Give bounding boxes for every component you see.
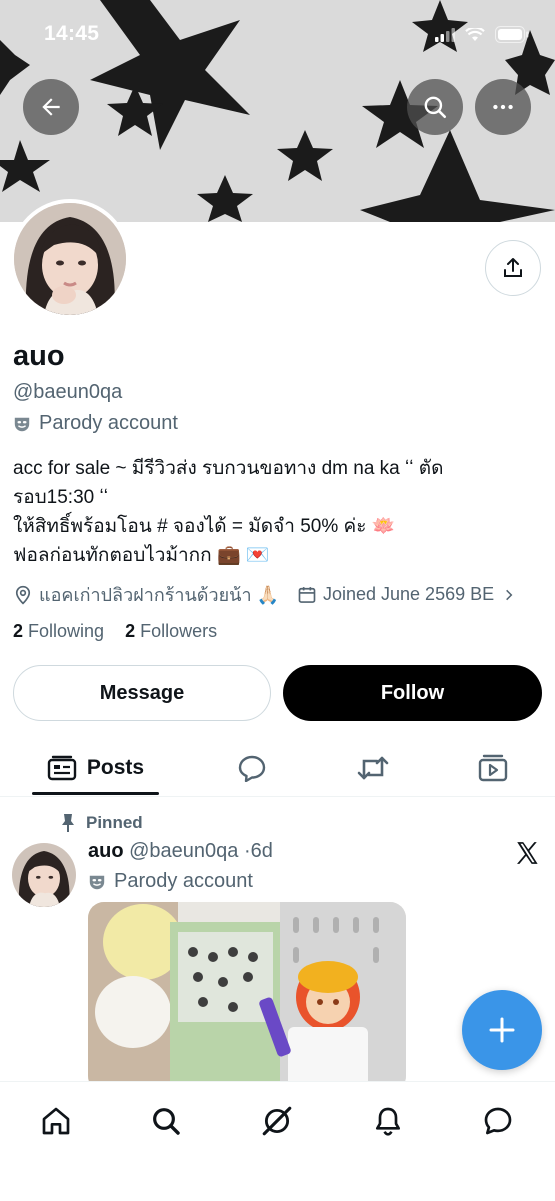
- message-button[interactable]: Message: [13, 665, 271, 721]
- joined-date[interactable]: Joined June 2569 BE: [323, 584, 494, 605]
- bio-line: ให้สิทธิ์พร้อมโอน # จองได้ = มัดจำ 50% ค…: [13, 516, 396, 537]
- following-label: Following: [28, 621, 105, 641]
- calendar-icon: [298, 586, 316, 603]
- location-text: แอคเก่าปลิวฝากร้านด้วยน้า 🙏🏻: [39, 585, 279, 605]
- follow-button[interactable]: Follow: [283, 665, 542, 721]
- reposts-icon: [357, 756, 389, 780]
- post-parody-text: Parody account: [114, 870, 253, 892]
- status-time: 14:45: [44, 22, 100, 45]
- status-icons: [435, 26, 529, 43]
- bio: acc for sale ~ มีรีวิวส่ง รบกวนขอทาง dm …: [13, 454, 533, 570]
- tab-replies[interactable]: [222, 740, 282, 796]
- nav-grok[interactable]: [257, 1101, 297, 1141]
- nav-search[interactable]: [146, 1101, 186, 1141]
- followers-label: Followers: [140, 621, 218, 641]
- share-icon: [504, 258, 522, 277]
- tab-posts[interactable]: Posts: [32, 740, 159, 796]
- follow-counts: 2 Following 2 Followers: [13, 621, 217, 642]
- post-author-avatar[interactable]: [12, 843, 76, 907]
- media-icon: [478, 754, 508, 782]
- search-button[interactable]: [407, 79, 463, 135]
- nav-home[interactable]: [36, 1101, 76, 1141]
- avatar[interactable]: [14, 203, 126, 315]
- search-icon: [424, 96, 447, 119]
- pin-icon: [62, 814, 74, 832]
- arrow-left-icon: [42, 98, 60, 116]
- replies-icon: [238, 755, 266, 782]
- more-options-button[interactable]: [475, 79, 531, 135]
- post-author-avatar-photo: [12, 843, 76, 907]
- messages-icon: [484, 1107, 512, 1135]
- nav-notifications[interactable]: [368, 1101, 408, 1141]
- followers-count: 2: [125, 621, 136, 641]
- posts-icon: [47, 755, 77, 781]
- followers-link[interactable]: 2 Followers: [125, 621, 217, 641]
- post-photo-plushies: [88, 902, 406, 1092]
- tab-media[interactable]: [463, 740, 523, 796]
- pinned-indicator: Pinned: [60, 813, 143, 833]
- pinned-label: Pinned: [86, 813, 143, 832]
- tab-reposts[interactable]: [343, 740, 403, 796]
- post-media-image[interactable]: [88, 902, 406, 1092]
- more-horizontal-icon: [493, 104, 513, 110]
- profile-meta: แอคเก่าปลิวฝากร้านด้วยน้า 🙏🏻 Joined June…: [13, 580, 516, 609]
- compose-post-button[interactable]: [462, 990, 542, 1070]
- bio-line: ฟอลก่อนทักตอบไวม้ากก 💼 💌: [13, 545, 270, 566]
- chevron-right-icon: [506, 589, 513, 600]
- home-icon: [42, 1107, 70, 1135]
- user-handle: @baeun0qa: [13, 381, 123, 403]
- post-separator: ·: [243, 840, 251, 862]
- plus-icon: [489, 1017, 515, 1043]
- post-header: auo @baeun0qa ·6d: [88, 840, 273, 863]
- search-icon: [153, 1108, 180, 1135]
- grok-icon: [262, 1106, 292, 1136]
- active-tab-indicator: [32, 792, 159, 795]
- bottom-navigation: [0, 1081, 555, 1201]
- post-parody-label: Parody account: [88, 870, 253, 893]
- post-author-name[interactable]: auo: [88, 840, 124, 862]
- location-pin-icon: [15, 585, 31, 604]
- parody-label-text: Parody account: [39, 412, 178, 434]
- parody-mask-icon: [14, 417, 30, 431]
- parody-label: Parody account: [13, 412, 178, 435]
- notifications-icon: [376, 1107, 400, 1136]
- wifi-icon: [465, 27, 485, 41]
- post-time[interactable]: 6d: [251, 840, 273, 862]
- share-button[interactable]: [485, 240, 541, 296]
- profile-tabs: Posts: [0, 740, 555, 797]
- following-count: 2: [13, 621, 24, 641]
- back-button[interactable]: [23, 79, 79, 135]
- x-logo-icon: [514, 840, 540, 871]
- battery-icon: [495, 26, 529, 43]
- bio-line: รอบ15:30 ʻʻ: [13, 487, 108, 508]
- cellular-signal-icon: [435, 27, 455, 42]
- display-name: auo: [13, 340, 65, 372]
- bio-line: acc for sale ~ มีรีวิวส่ง รบกวนขอทาง dm …: [13, 458, 444, 479]
- avatar-photo: [14, 203, 126, 315]
- following-link[interactable]: 2 Following: [13, 621, 104, 641]
- tab-posts-label: Posts: [86, 756, 145, 779]
- post-author-handle[interactable]: @baeun0qa: [129, 840, 238, 862]
- nav-messages[interactable]: [478, 1101, 518, 1141]
- parody-mask-icon: [89, 875, 105, 889]
